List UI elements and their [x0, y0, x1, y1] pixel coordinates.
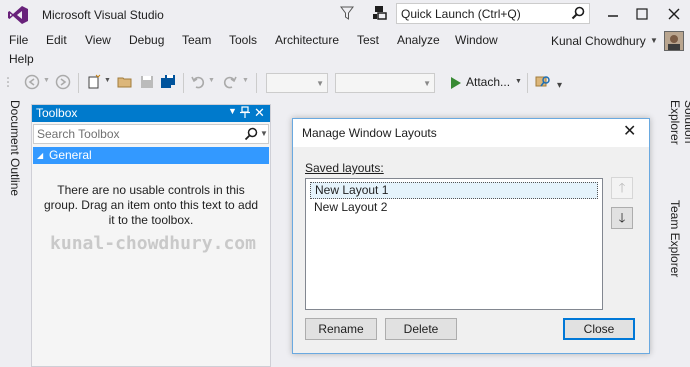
- start-debugging-icon[interactable]: [450, 76, 462, 90]
- menu-tools[interactable]: Tools: [229, 33, 257, 47]
- toolbar-overflow-icon[interactable]: ▾: [557, 80, 562, 91]
- arrow-up-icon: 🡑: [618, 180, 626, 195]
- toolbox-header[interactable]: Toolbox ▼ ✕: [32, 105, 270, 122]
- chevron-down-icon[interactable]: ▼: [242, 77, 249, 84]
- dialog-title-bar[interactable]: Manage Window Layouts ✕: [293, 119, 649, 147]
- saved-layouts-label-text: Saved layouts:: [305, 161, 384, 175]
- delete-button[interactable]: Delete: [385, 318, 457, 340]
- redo-icon[interactable]: [222, 74, 238, 90]
- menu-window[interactable]: Window: [455, 33, 498, 47]
- toolbar-grip-icon[interactable]: [6, 75, 20, 89]
- solution-explorer-label: Solution Explorer: [668, 100, 690, 145]
- solution-platforms-dropdown[interactable]: ▼: [335, 73, 435, 93]
- find-in-files-icon[interactable]: [535, 74, 551, 90]
- menu-architecture[interactable]: Architecture: [275, 33, 339, 47]
- toolbox-group-general[interactable]: ◢ General: [33, 147, 269, 164]
- feedback-filter-icon[interactable]: [340, 6, 354, 20]
- chevron-down-icon[interactable]: ▼: [316, 79, 324, 88]
- toolbox-search-box[interactable]: ▼: [33, 124, 269, 144]
- dialog-title: Manage Window Layouts: [302, 126, 437, 140]
- close-icon[interactable]: ✕: [623, 123, 636, 141]
- toolbox-title: Toolbox: [36, 106, 78, 120]
- avatar[interactable]: [664, 31, 684, 51]
- toolbox-panel: Toolbox ▼ ✕ ▼ ◢ General There are no usa…: [31, 104, 271, 367]
- manage-window-layouts-dialog: Manage Window Layouts ✕ Saved layouts: N…: [292, 118, 650, 354]
- menu-analyze[interactable]: Analyze: [397, 33, 440, 47]
- new-project-icon[interactable]: [86, 74, 102, 90]
- document-outline-label: Document Outline: [8, 100, 22, 197]
- close-button[interactable]: Close: [563, 318, 635, 340]
- visual-studio-logo-icon: [8, 6, 28, 24]
- solution-explorer-tab[interactable]: Solution Explorer: [668, 100, 690, 190]
- search-icon[interactable]: [244, 127, 258, 141]
- toolbox-group-label: General: [49, 148, 92, 162]
- rename-button[interactable]: Rename: [305, 318, 377, 340]
- quick-launch-box[interactable]: [396, 3, 590, 24]
- document-outline-tab[interactable]: Document Outline: [8, 100, 26, 220]
- save-icon[interactable]: [139, 74, 155, 90]
- close-window-button[interactable]: [664, 4, 684, 24]
- menu-view[interactable]: View: [85, 33, 111, 47]
- quick-launch-input[interactable]: [397, 4, 567, 23]
- chevron-down-icon[interactable]: ▼: [515, 78, 522, 85]
- list-item[interactable]: New Layout 2: [310, 200, 598, 217]
- notifications-icon[interactable]: [372, 5, 388, 21]
- search-icon[interactable]: [571, 6, 585, 20]
- chevron-down-icon[interactable]: ▼: [650, 36, 658, 45]
- menu-edit[interactable]: Edit: [46, 33, 67, 47]
- list-item[interactable]: New Layout 1: [310, 182, 598, 199]
- toolbar-separator: [256, 73, 257, 93]
- undo-icon[interactable]: [190, 74, 206, 90]
- dialog-body: Saved layouts: New Layout 1 New Layout 2…: [293, 147, 649, 353]
- app-title: Microsoft Visual Studio: [42, 8, 164, 22]
- toolbar-separator: [183, 73, 184, 93]
- navigate-back-icon[interactable]: [24, 74, 40, 90]
- save-all-icon[interactable]: [160, 74, 176, 90]
- title-bar: Microsoft Visual Studio: [0, 0, 690, 30]
- chevron-down-icon[interactable]: ▼: [43, 77, 50, 84]
- solution-configurations-dropdown[interactable]: ▼: [266, 73, 328, 93]
- maximize-button[interactable]: [632, 4, 652, 24]
- open-folder-icon[interactable]: [117, 74, 133, 90]
- chevron-down-icon[interactable]: ▼: [260, 129, 268, 138]
- toolbar-separator: [78, 73, 79, 93]
- arrow-down-icon: 🡓: [618, 210, 626, 225]
- user-name[interactable]: Kunal Chowdhury: [551, 34, 646, 48]
- menu-debug[interactable]: Debug: [129, 33, 164, 47]
- navigate-forward-icon[interactable]: [55, 74, 71, 90]
- team-explorer-tab[interactable]: Team Explorer: [668, 200, 686, 280]
- minimize-button[interactable]: [603, 4, 623, 24]
- saved-layouts-label: Saved layouts:: [305, 161, 384, 175]
- menu-team[interactable]: Team: [182, 33, 211, 47]
- team-explorer-label: Team Explorer: [668, 200, 682, 278]
- window-position-menu-icon[interactable]: ▼: [228, 106, 237, 116]
- close-icon[interactable]: ✕: [254, 106, 265, 120]
- move-up-button[interactable]: 🡑: [611, 177, 633, 199]
- move-down-button[interactable]: 🡓: [611, 207, 633, 229]
- saved-layouts-list[interactable]: New Layout 1 New Layout 2: [305, 178, 603, 310]
- menu-help[interactable]: Help: [9, 52, 34, 66]
- chevron-down-icon[interactable]: ▼: [208, 77, 215, 84]
- attach-button[interactable]: Attach...: [466, 75, 510, 89]
- menu-test[interactable]: Test: [357, 33, 379, 47]
- toolbar-separator: [527, 73, 528, 93]
- chevron-down-icon[interactable]: ▼: [423, 79, 431, 88]
- watermark: kunal-chowdhury.com: [50, 233, 256, 254]
- expand-triangle-icon[interactable]: ◢: [37, 151, 43, 160]
- chevron-down-icon[interactable]: ▼: [104, 77, 111, 84]
- auto-hide-pin-icon[interactable]: [240, 106, 250, 118]
- toolbox-search-input[interactable]: [34, 125, 234, 143]
- toolbox-empty-message: There are no usable controls in this gro…: [43, 183, 259, 227]
- menu-file[interactable]: File: [9, 33, 28, 47]
